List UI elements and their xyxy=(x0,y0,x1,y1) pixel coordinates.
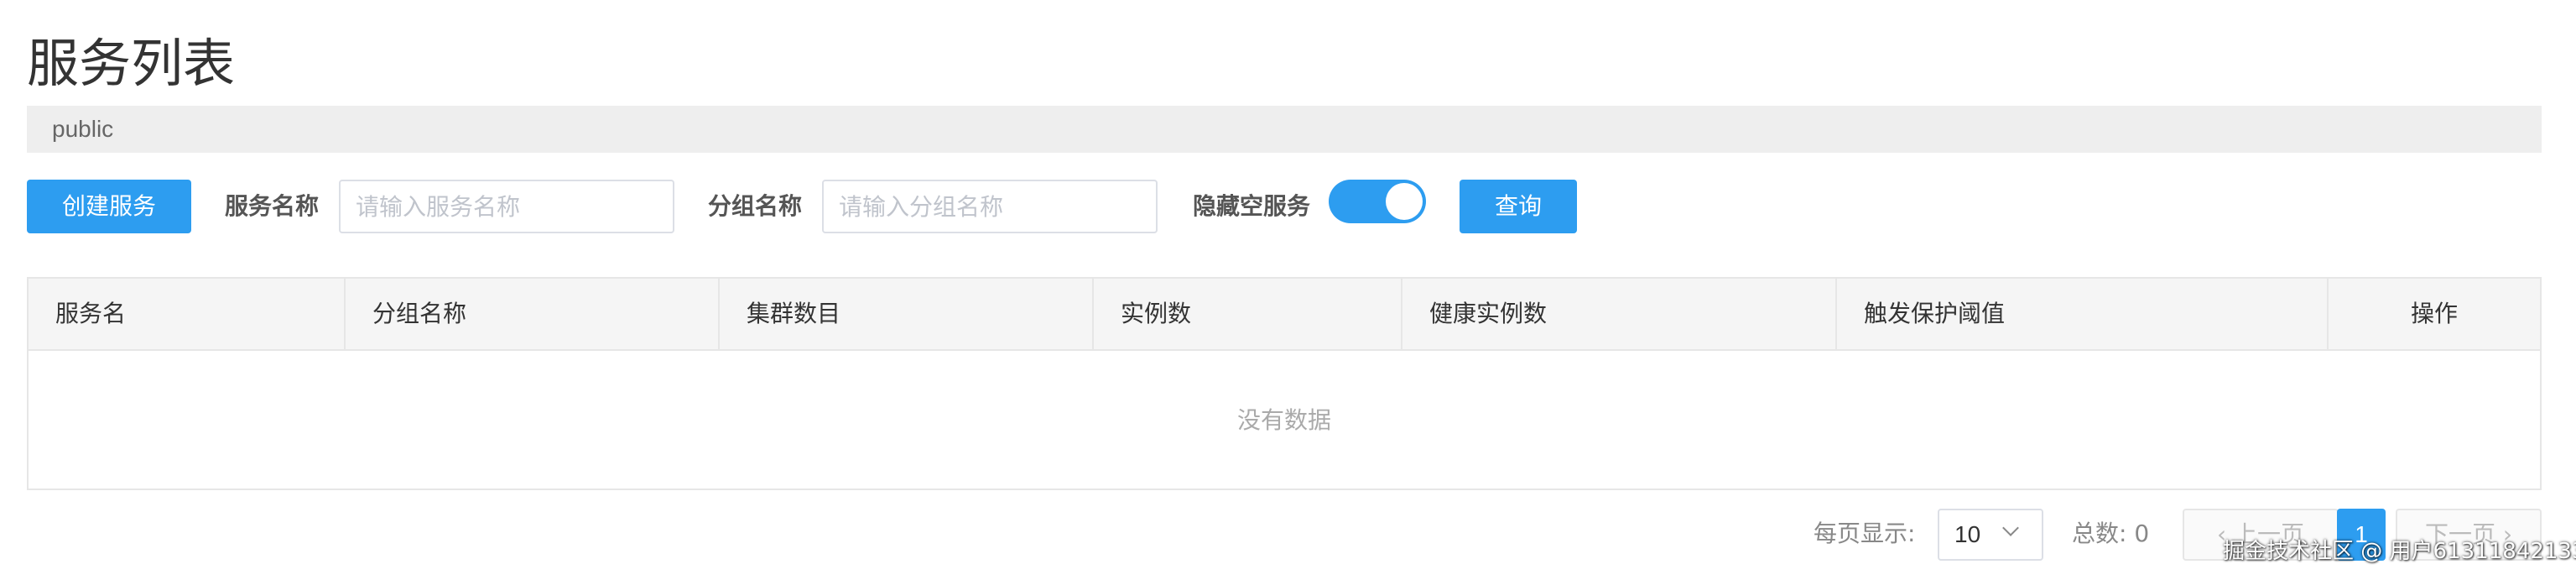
toggle-knob xyxy=(1386,183,1423,220)
hide-empty-services-toggle[interactable] xyxy=(1329,180,1426,223)
group-name-input[interactable] xyxy=(822,180,1158,233)
chevron-down-icon xyxy=(2002,520,2019,536)
hide-empty-services-label: 隐藏空服务 xyxy=(1193,192,1311,220)
service-name-input[interactable] xyxy=(339,180,674,233)
per-page-value: 10 xyxy=(1954,521,1981,547)
table-empty-message: 没有数据 xyxy=(1236,406,1331,434)
create-service-button[interactable]: 创建服务 xyxy=(27,180,191,233)
per-page-select[interactable]: 10 xyxy=(1938,509,2043,561)
column-header-healthy-instance-count: 健康实例数 xyxy=(1402,279,1837,349)
page-title: 服务列表 xyxy=(27,33,236,94)
column-header-protect-threshold: 触发保护阈值 xyxy=(1837,279,2329,349)
column-header-actions: 操作 xyxy=(2410,300,2458,327)
group-name-label: 分组名称 xyxy=(708,192,803,220)
watermark: 掘金技术社区 @ 用户613118421336 xyxy=(2223,539,2576,564)
column-header-instance-count: 实例数 xyxy=(1094,279,1402,349)
total-count: 总数: 0 xyxy=(2072,510,2149,557)
column-header-group-name: 分组名称 xyxy=(346,279,720,349)
total-value: 0 xyxy=(2134,520,2150,547)
column-header-service-name: 服务名 xyxy=(29,279,346,349)
namespace-label[interactable]: public xyxy=(52,106,113,153)
table-header: 服务名 分组名称 集群数目 实例数 健康实例数 触发保护阈值 操作 xyxy=(29,279,2540,351)
service-table: 服务名 分组名称 集群数目 实例数 健康实例数 触发保护阈值 操作 没有数据 xyxy=(27,277,2542,490)
service-name-label: 服务名称 xyxy=(225,192,320,220)
query-button[interactable]: 查询 xyxy=(1460,180,1577,233)
total-label: 总数: xyxy=(2072,520,2127,547)
namespace-bar: public xyxy=(27,106,2542,153)
column-header-cluster-count: 集群数目 xyxy=(720,279,1094,349)
per-page-label: 每页显示: xyxy=(1814,520,1916,547)
